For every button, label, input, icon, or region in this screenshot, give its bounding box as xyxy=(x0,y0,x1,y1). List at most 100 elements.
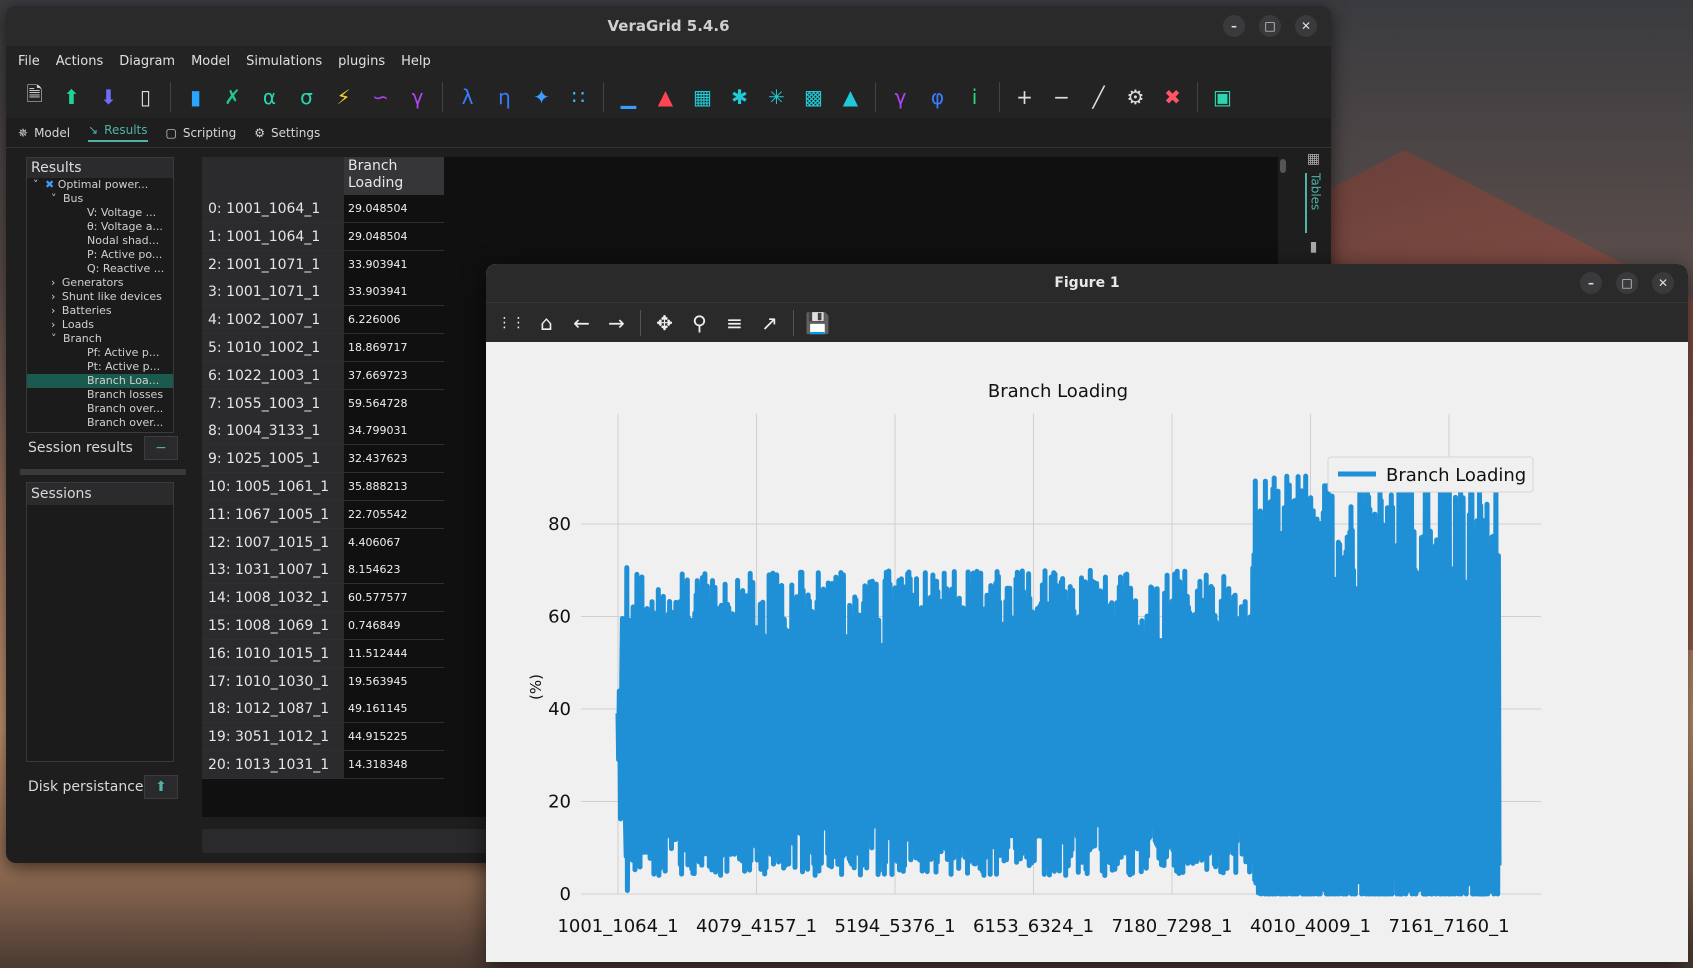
settings-circle-icon[interactable]: ⚙ xyxy=(1117,80,1154,114)
table-cell[interactable]: 29.048504 xyxy=(344,195,444,222)
grid-ops-icon[interactable]: ✱ xyxy=(721,80,758,114)
table-row[interactable]: 18: 1012_1087_1 49.161145 xyxy=(202,695,444,724)
curve-icon[interactable]: ∽ xyxy=(362,80,399,114)
table-row[interactable]: 11: 1067_1005_1 22.705542 xyxy=(202,500,444,529)
sigma-icon[interactable]: σ xyxy=(288,80,325,114)
panel-splitter[interactable] xyxy=(20,469,186,475)
session-results-remove-button[interactable]: − xyxy=(144,436,178,460)
menu-simulations[interactable]: Simulations xyxy=(246,54,322,69)
table-cell[interactable]: 37.669723 xyxy=(344,361,444,389)
tree-item[interactable]: Branch over... xyxy=(27,402,173,416)
tab-model[interactable]: ✵ Model xyxy=(18,126,70,140)
branch-loading-chart[interactable]: Branch Loading 1001_1064_1 4079_4157_1 5194… xyxy=(486,342,1688,962)
table-row[interactable]: 12: 1007_1015_1 4.406067 xyxy=(202,528,444,557)
table-row[interactable]: 5: 1010_1002_1 18.869717 xyxy=(202,334,444,362)
row-header[interactable]: 1: 1001_1064_1 xyxy=(202,222,344,250)
table-grid-icon[interactable]: ▦ xyxy=(1296,151,1331,167)
chevron-down-icon[interactable]: ˅ xyxy=(33,178,42,191)
bar-chart-icon[interactable]: ▩ xyxy=(795,80,832,114)
plus-phi-icon[interactable]: φ xyxy=(919,80,956,114)
table-cell[interactable]: 8.154623 xyxy=(344,556,444,584)
table-cell[interactable]: 34.799031 xyxy=(344,417,444,445)
minimize-button[interactable]: – xyxy=(1223,15,1245,37)
configure-icon[interactable]: ≡ xyxy=(717,307,752,339)
plot-area[interactable]: Branch Loading 1001_1064_1 4079_4157_1 5194… xyxy=(486,342,1688,962)
table-cell[interactable]: 18.869717 xyxy=(344,334,444,361)
stochastic-icon[interactable]: ▲ xyxy=(647,80,684,114)
table-cell[interactable]: 33.903941 xyxy=(344,250,444,278)
tree-item[interactable]: Nodal shad... xyxy=(27,234,173,248)
axes-icon[interactable]: ↗ xyxy=(752,307,787,339)
row-header[interactable]: 2: 1001_1071_1 xyxy=(202,250,344,278)
row-header[interactable]: 9: 1025_1005_1 xyxy=(202,445,344,473)
table-row[interactable]: 1: 1001_1064_1 29.048504 xyxy=(202,222,444,251)
table-cell[interactable]: 60.577577 xyxy=(344,584,444,612)
eta-icon[interactable]: η xyxy=(486,80,523,114)
network-icon[interactable]: ✦ xyxy=(523,80,560,114)
zoom-out-icon[interactable]: − xyxy=(1043,80,1080,114)
lambda-icon[interactable]: λ xyxy=(449,80,486,114)
table-row[interactable]: 2: 1001_1071_1 33.903941 xyxy=(202,250,444,279)
table-row[interactable]: 17: 1010_1030_1 19.563945 xyxy=(202,667,444,696)
tree-item[interactable]: Branch losses xyxy=(27,388,173,402)
tree-item[interactable]: Branch over... xyxy=(27,416,173,430)
figure-minimize-button[interactable]: – xyxy=(1580,272,1602,294)
tree-item[interactable]: ˅ Branch xyxy=(27,332,173,346)
table-cell[interactable]: 19.563945 xyxy=(344,667,444,695)
pan-icon[interactable]: ✥ xyxy=(647,307,682,339)
menu-model[interactable]: Model xyxy=(191,54,230,69)
figure-close-button[interactable]: ✕ xyxy=(1652,272,1674,294)
row-header[interactable]: 5: 1010_1002_1 xyxy=(202,334,344,361)
area-chart-icon[interactable]: ▲ xyxy=(832,80,869,114)
tree-item[interactable]: › Batteries xyxy=(27,304,173,318)
table-cell[interactable]: 33.903941 xyxy=(344,278,444,306)
disk-upload-button[interactable]: ⬆ xyxy=(144,775,178,799)
table-cell[interactable]: 32.437623 xyxy=(344,445,444,473)
plus-i-icon[interactable]: i xyxy=(956,80,993,114)
drag-handle-icon[interactable]: ⋮⋮ xyxy=(494,307,529,339)
menu-help[interactable]: Help xyxy=(401,54,431,69)
menu-diagram[interactable]: Diagram xyxy=(119,54,175,69)
gamma-icon[interactable]: γ xyxy=(399,80,436,114)
power-flow-icon[interactable]: ▮ xyxy=(177,80,214,114)
chevron-right-icon[interactable]: › xyxy=(51,318,59,331)
bar-columns-icon[interactable]: ▦ xyxy=(684,80,721,114)
table-cell[interactable]: 29.048504 xyxy=(344,222,444,250)
tree-item[interactable]: Q: Reactive ... xyxy=(27,262,173,276)
menu-actions[interactable]: Actions xyxy=(56,54,104,69)
tree-item[interactable]: › Loads xyxy=(27,318,173,332)
row-header[interactable]: 18: 1012_1087_1 xyxy=(202,695,344,723)
tab-settings[interactable]: ⚙ Settings xyxy=(254,126,320,140)
open-upload-icon[interactable]: ⬆ xyxy=(53,80,90,114)
table-cell[interactable]: 59.564728 xyxy=(344,389,444,417)
row-header[interactable]: 10: 1005_1061_1 xyxy=(202,473,344,500)
delete-points-icon[interactable]: ✖ xyxy=(1154,80,1191,114)
row-header[interactable]: 15: 1008_1069_1 xyxy=(202,612,344,639)
chevron-down-icon[interactable]: ˅ xyxy=(51,332,60,345)
table-row[interactable]: 6: 1022_1003_1 37.669723 xyxy=(202,361,444,390)
grid-ops-2-icon[interactable]: ✳ xyxy=(758,80,795,114)
alpha-icon[interactable]: α xyxy=(251,80,288,114)
maximize-button[interactable]: □ xyxy=(1259,15,1281,37)
row-header[interactable]: 7: 1055_1003_1 xyxy=(202,389,344,417)
line-tool-icon[interactable]: ╱ xyxy=(1080,80,1117,114)
tree-item[interactable]: Pf: Active p... xyxy=(27,346,173,360)
tree-item[interactable]: P: Active po... xyxy=(27,248,173,262)
lightning-icon[interactable]: ⚡ xyxy=(325,80,362,114)
table-row[interactable]: 13: 1031_1007_1 8.154623 xyxy=(202,556,444,585)
gamma-flow-icon[interactable]: γ xyxy=(882,80,919,114)
column-header-branch-loading[interactable]: Branch Loading xyxy=(344,157,444,195)
table-row[interactable]: 10: 1005_1061_1 35.888213 xyxy=(202,473,444,501)
row-header[interactable]: 12: 1007_1015_1 xyxy=(202,528,344,556)
chevron-down-icon[interactable]: ˅ xyxy=(51,192,60,205)
table-row[interactable]: 20: 1013_1031_1 14.318348 xyxy=(202,751,444,779)
table-row[interactable]: 15: 1008_1069_1 0.746849 xyxy=(202,612,444,640)
tab-results[interactable]: ↘ Results xyxy=(88,123,148,142)
tab-scripting[interactable]: ▢ Scripting xyxy=(166,126,237,140)
columns-icon[interactable]: ▮ xyxy=(1296,239,1331,255)
row-header[interactable]: 19: 3051_1012_1 xyxy=(202,723,344,751)
zoom-in-icon[interactable]: + xyxy=(1006,80,1043,114)
table-corner[interactable] xyxy=(202,157,344,195)
table-row[interactable]: 16: 1010_1015_1 11.512444 xyxy=(202,639,444,668)
table-cell[interactable]: 14.318348 xyxy=(344,751,444,778)
